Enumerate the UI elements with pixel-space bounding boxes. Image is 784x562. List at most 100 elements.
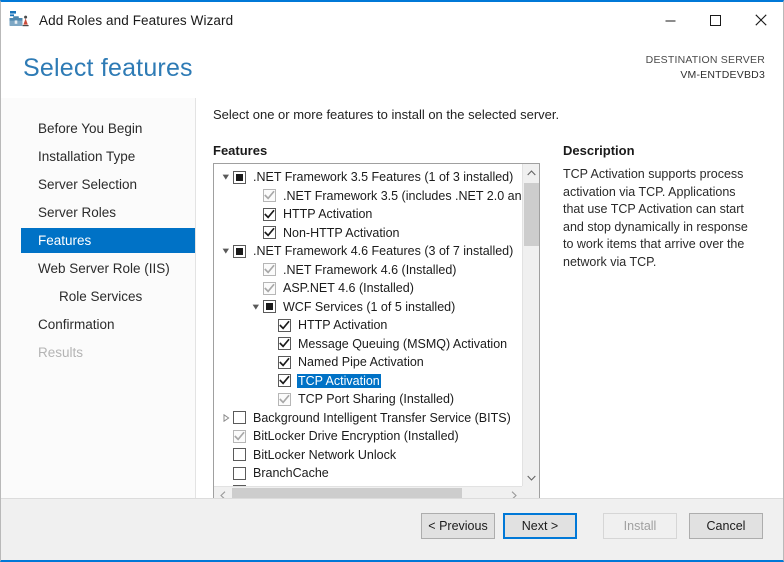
sidebar-item-before-you-begin[interactable]: Before You Begin <box>21 116 195 141</box>
feature-label: .NET Framework 4.6 (Installed) <box>282 263 457 277</box>
sidebar-item-label: Before You Begin <box>38 121 142 136</box>
sidebar-item-label: Server Roles <box>38 205 116 220</box>
server-toolbox-icon <box>8 9 30 31</box>
expander-collapsed-icon[interactable] <box>218 414 233 422</box>
feature-tree-row[interactable]: WCF Services (1 of 5 installed) <box>214 298 522 317</box>
sidebar-item-server-roles[interactable]: Server Roles <box>21 200 195 225</box>
checkbox-checked[interactable] <box>278 319 291 332</box>
expander-expanded-icon[interactable] <box>248 303 263 311</box>
feature-tree-row[interactable]: .NET Framework 3.5 Features (1 of 3 inst… <box>214 168 522 187</box>
vertical-scroll-thumb[interactable] <box>524 183 539 246</box>
checkbox-unchecked[interactable] <box>233 467 246 480</box>
checkbox-checked-disabled <box>263 263 276 276</box>
close-button[interactable] <box>738 2 783 38</box>
checkbox-unchecked[interactable] <box>233 448 246 461</box>
maximize-button[interactable] <box>693 2 738 38</box>
feature-label: BranchCache <box>252 466 330 480</box>
sidebar-item-label: Confirmation <box>38 317 115 332</box>
wizard-body: Before You Begin Installation Type Server … <box>1 98 783 499</box>
sidebar-item-label: Results <box>38 345 83 360</box>
checkbox-checked[interactable] <box>263 226 276 239</box>
wizard-step-nav: Before You Begin Installation Type Server … <box>1 98 196 499</box>
sidebar-item-installation-type[interactable]: Installation Type <box>21 144 195 169</box>
page-title: Select features <box>23 54 193 83</box>
next-button[interactable]: Next > <box>503 513 577 539</box>
sidebar-item-label: Features <box>38 233 91 248</box>
checkbox-checked[interactable] <box>278 374 291 387</box>
checkbox-checked-disabled <box>233 430 246 443</box>
checkbox-checked[interactable] <box>263 208 276 221</box>
feature-label: HTTP Activation <box>282 207 373 221</box>
sidebar-item-label: Installation Type <box>38 149 135 164</box>
scroll-down-icon[interactable] <box>523 469 540 486</box>
install-button: Install <box>603 513 677 539</box>
expander-expanded-icon[interactable] <box>218 173 233 181</box>
feature-tree-row[interactable]: .NET Framework 4.6 Features (3 of 7 inst… <box>214 242 522 261</box>
feature-tree-row[interactable]: Background Intelligent Transfer Service … <box>214 409 522 428</box>
scroll-up-icon[interactable] <box>523 164 540 181</box>
feature-tree-row[interactable]: ASP.NET 4.6 (Installed) <box>214 279 522 298</box>
feature-label: TCP Activation <box>297 374 381 388</box>
feature-tree-row[interactable]: TCP Activation <box>214 372 522 391</box>
checkbox-checked[interactable] <box>278 356 291 369</box>
sidebar-item-label: Web Server Role (IIS) <box>38 261 170 276</box>
destination-server-block: DESTINATION SERVER VM-ENTDEVBD3 <box>646 53 765 83</box>
checkbox-checked-disabled <box>278 393 291 406</box>
wizard-content: Select one or more features to install o… <box>197 98 783 499</box>
feature-tree-row[interactable]: .NET Framework 3.5 (includes .NET 2.0 an… <box>214 187 522 206</box>
feature-tree-row[interactable]: BranchCache <box>214 464 522 483</box>
sidebar-item-server-selection[interactable]: Server Selection <box>21 172 195 197</box>
feature-tree-row[interactable]: BitLocker Network Unlock <box>214 446 522 465</box>
feature-tree-row[interactable]: TCP Port Sharing (Installed) <box>214 390 522 409</box>
sidebar-item-label: Role Services <box>59 289 142 304</box>
sidebar-item-results: Results <box>21 340 195 365</box>
sidebar-item-role-services[interactable]: Role Services <box>21 284 195 309</box>
feature-label: Non-HTTP Activation <box>282 226 400 240</box>
features-tree-vertical-scrollbar[interactable] <box>522 164 539 486</box>
checkbox-partial[interactable] <box>233 171 246 184</box>
add-roles-features-wizard-window: Add Roles and Features Wizard Select fea… <box>0 0 784 562</box>
feature-label: BitLocker Drive Encryption (Installed) <box>252 429 460 443</box>
feature-label: TCP Port Sharing (Installed) <box>297 392 455 406</box>
feature-tree-row[interactable]: BitLocker Drive Encryption (Installed) <box>214 427 522 446</box>
checkbox-checked-disabled <box>263 189 276 202</box>
description-text: TCP Activation supports process activati… <box>563 166 751 271</box>
sidebar-item-web-server-role-iis[interactable]: Web Server Role (IIS) <box>21 256 195 281</box>
feature-label: WCF Services (1 of 5 installed) <box>282 300 456 314</box>
minimize-button[interactable] <box>648 2 693 38</box>
checkbox-unchecked[interactable] <box>233 411 246 424</box>
description-label: Description <box>563 143 635 158</box>
expander-expanded-icon[interactable] <box>218 247 233 255</box>
feature-tree-row[interactable]: Non-HTTP Activation <box>214 224 522 243</box>
feature-label: .NET Framework 3.5 (includes .NET 2.0 an… <box>282 189 522 203</box>
checkbox-checked[interactable] <box>278 337 291 350</box>
features-tree[interactable]: .NET Framework 3.5 Features (1 of 3 inst… <box>213 163 540 504</box>
feature-label: HTTP Activation <box>297 318 388 332</box>
window-controls <box>648 2 783 38</box>
destination-server-value: VM-ENTDEVBD3 <box>646 68 765 83</box>
feature-label: Named Pipe Activation <box>297 355 425 369</box>
feature-label: BitLocker Network Unlock <box>252 448 397 462</box>
checkbox-partial[interactable] <box>233 245 246 258</box>
features-section-label: Features <box>213 143 267 158</box>
features-tree-rows: .NET Framework 3.5 Features (1 of 3 inst… <box>214 164 522 486</box>
feature-tree-row[interactable]: .NET Framework 4.6 (Installed) <box>214 261 522 280</box>
wizard-header: Select features DESTINATION SERVER VM-EN… <box>1 38 783 98</box>
feature-tree-row[interactable]: HTTP Activation <box>214 316 522 335</box>
sidebar-item-features[interactable]: Features <box>21 228 195 253</box>
feature-tree-row[interactable]: HTTP Activation <box>214 205 522 224</box>
feature-label: Message Queuing (MSMQ) Activation <box>297 337 508 351</box>
previous-button[interactable]: < Previous <box>421 513 495 539</box>
title-bar: Add Roles and Features Wizard <box>1 2 783 38</box>
sidebar-item-label: Server Selection <box>38 177 137 192</box>
feature-tree-row[interactable]: Message Queuing (MSMQ) Activation <box>214 335 522 354</box>
feature-tree-row[interactable]: Named Pipe Activation <box>214 353 522 372</box>
checkbox-partial[interactable] <box>263 300 276 313</box>
wizard-footer: < Previous Next > Install Cancel <box>1 498 783 560</box>
cancel-button[interactable]: Cancel <box>689 513 763 539</box>
sidebar-item-confirmation[interactable]: Confirmation <box>21 312 195 337</box>
feature-label: Background Intelligent Transfer Service … <box>252 411 512 425</box>
window-title: Add Roles and Features Wizard <box>39 13 233 28</box>
instruction-text: Select one or more features to install o… <box>213 107 559 122</box>
feature-label: .NET Framework 4.6 Features (3 of 7 inst… <box>252 244 514 258</box>
